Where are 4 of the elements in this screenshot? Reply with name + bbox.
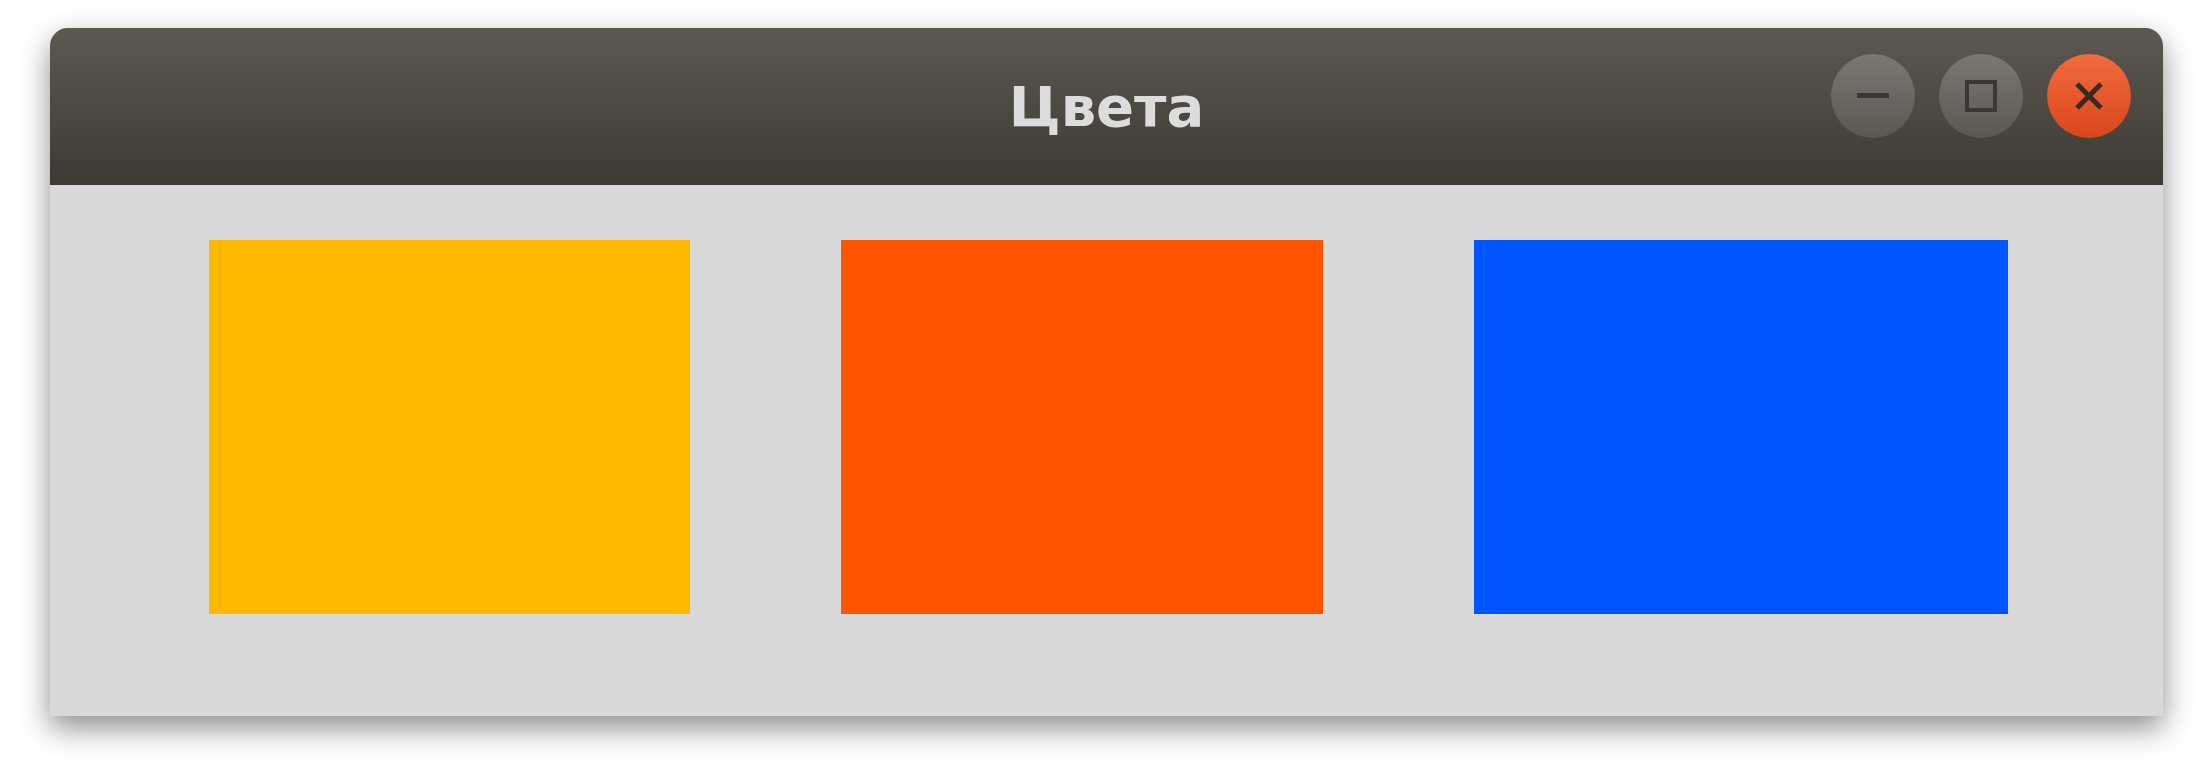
minimize-icon <box>1857 93 1889 99</box>
window-title: Цвета <box>1008 72 1205 141</box>
close-icon <box>2074 81 2104 111</box>
maximize-icon <box>1965 80 1997 112</box>
